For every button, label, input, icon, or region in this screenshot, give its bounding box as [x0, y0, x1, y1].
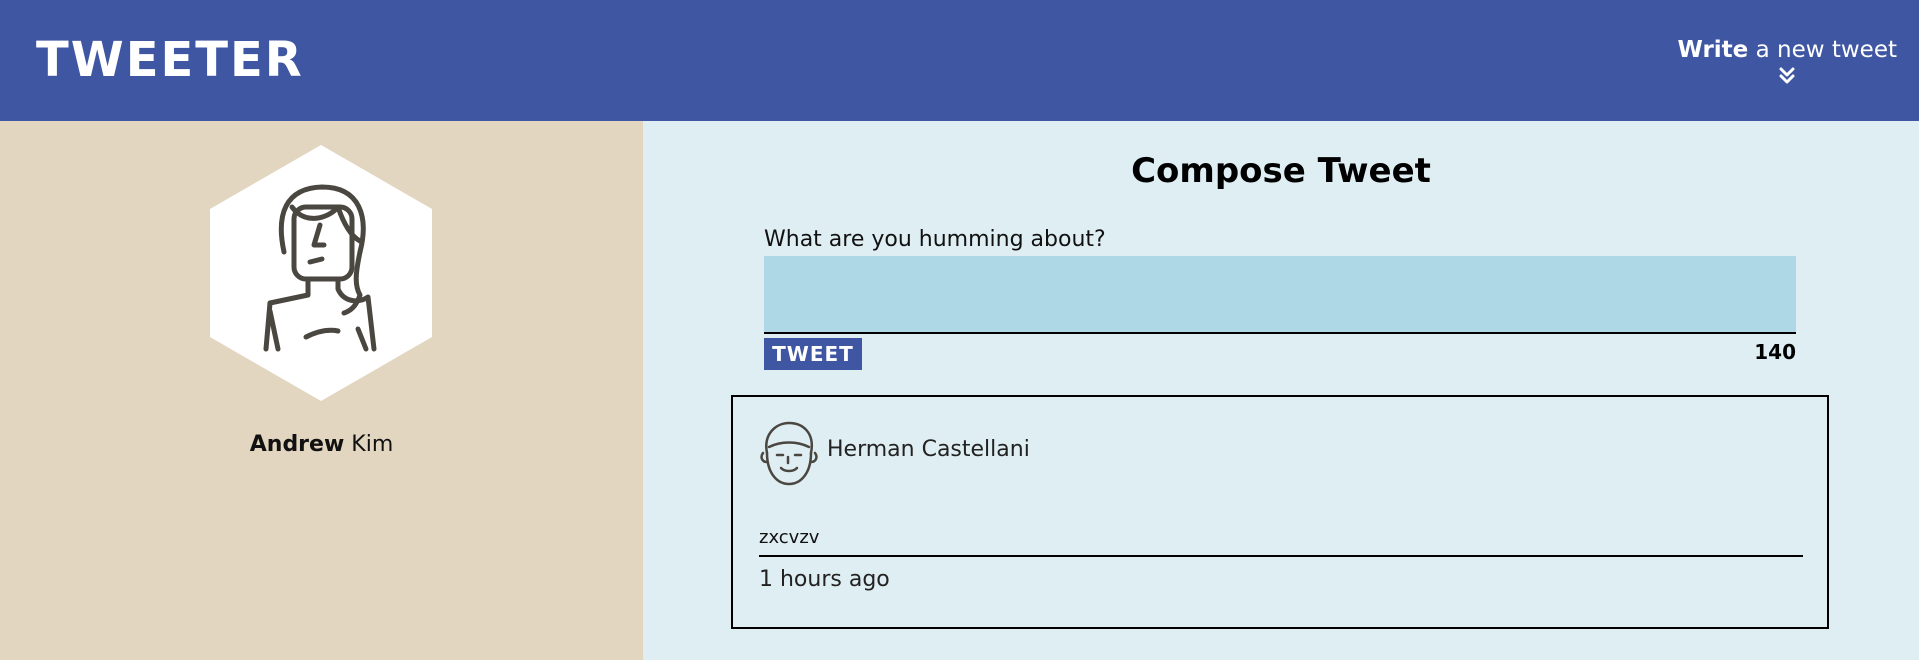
- top-nav: TWEETER Write a new tweet: [0, 0, 1919, 121]
- tweet-card: Herman Castellani zxcvzv 1 hours ago: [731, 395, 1829, 629]
- write-new-tweet-label[interactable]: Write a new tweet: [1677, 36, 1897, 64]
- brand-logo[interactable]: TWEETER: [36, 31, 304, 89]
- username-first: Andrew: [249, 432, 345, 457]
- write-new-tweet-toggle[interactable]: Write a new tweet: [1677, 36, 1897, 85]
- tweet-author-name: Herman Castellani: [827, 437, 1030, 462]
- username-last: Kim: [344, 432, 394, 457]
- double-chevron-down-icon[interactable]: [1778, 67, 1796, 85]
- tweet-timestamp: 1 hours ago: [759, 567, 890, 592]
- tweet-submit-button[interactable]: TWEET: [764, 338, 862, 370]
- tweet-textarea[interactable]: [764, 256, 1796, 334]
- tweet-content: zxcvzv: [759, 527, 1803, 557]
- character-counter: 140: [1754, 340, 1796, 364]
- profile-avatar: [210, 145, 432, 401]
- profile-sidebar: Andrew Kim: [0, 121, 643, 660]
- male-user-avatar-icon: [760, 421, 818, 486]
- write-bold-text: Write: [1677, 37, 1749, 63]
- write-rest-text: a new tweet: [1748, 37, 1897, 63]
- compose-title: Compose Tweet: [1131, 151, 1431, 191]
- compose-prompt-label: What are you humming about?: [764, 227, 1106, 252]
- main-content: Compose Tweet What are you humming about…: [643, 121, 1919, 660]
- profile-username: Andrew Kim: [0, 432, 643, 457]
